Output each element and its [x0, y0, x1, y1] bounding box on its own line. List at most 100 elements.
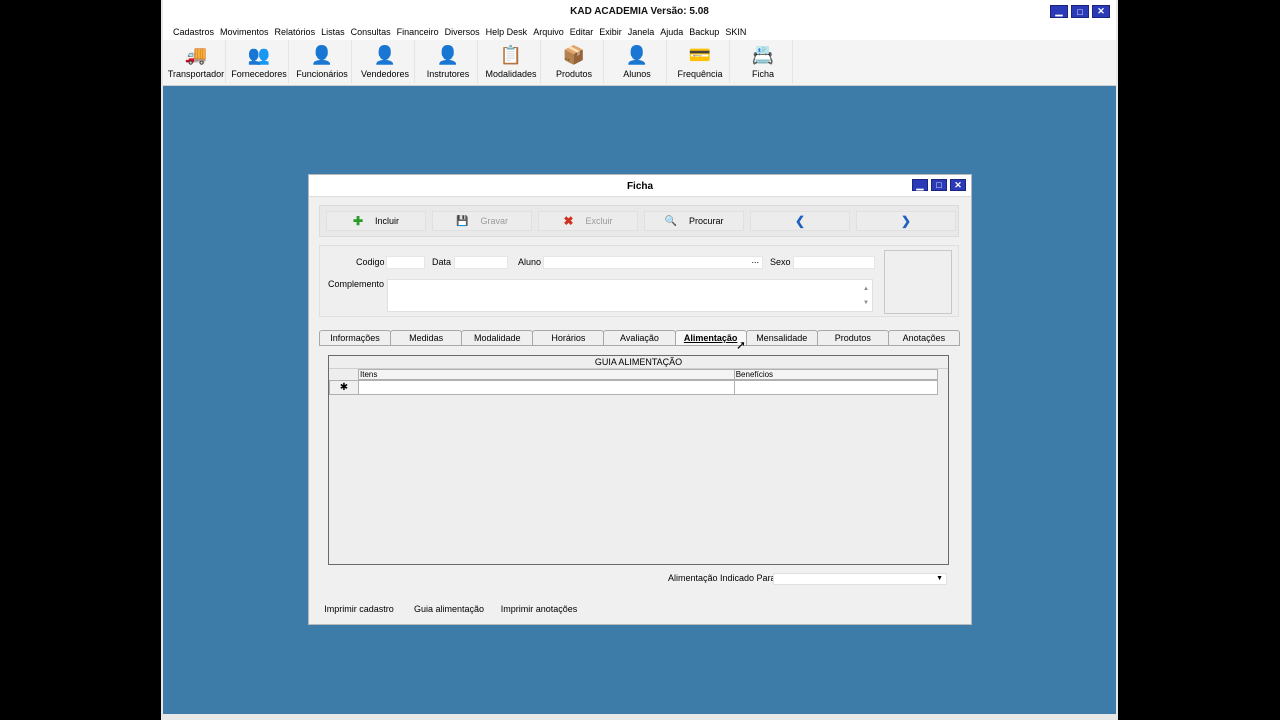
tab-produtos[interactable]: Produtos — [816, 330, 889, 346]
tab-anotacoes[interactable]: Anotações — [887, 330, 960, 346]
procurar-button[interactable]: 🔍 Procurar — [644, 211, 744, 231]
menu-editar[interactable]: Editar — [570, 27, 594, 37]
search-icon: 🔍 — [664, 215, 677, 227]
toolbar-transportador[interactable]: 🚚 Transportador — [167, 40, 226, 83]
column-beneficios[interactable]: Benefícios — [735, 370, 937, 379]
menu-relatorios[interactable]: Relatórios — [275, 27, 316, 37]
employee-icon: 👤 — [310, 44, 334, 65]
app-window-controls: ▁ □ ✕ — [1050, 5, 1110, 18]
procurar-label: Procurar — [688, 216, 724, 226]
save-icon: 💾 — [456, 215, 469, 227]
sexo-field[interactable] — [793, 256, 875, 269]
seller-icon: 👤 — [373, 44, 397, 65]
toolbar-frequencia[interactable]: 💳 Frequência — [671, 40, 730, 83]
tab-medidas[interactable]: Medidas — [390, 330, 463, 346]
tab-horarios[interactable]: Horários — [532, 330, 605, 346]
maximize-button[interactable]: □ — [1071, 5, 1089, 18]
aluno-browse-button[interactable]: ... — [751, 255, 759, 265]
action-bar: ✚ Incluir 💾 Gravar ✖ Excluir 🔍 Procurar ❮ ❯ — [319, 205, 959, 237]
toolbar-ficha[interactable]: 📇 Ficha — [734, 40, 793, 83]
student-icon: 👤 — [625, 44, 649, 65]
indicado-label: Alimentação Indicado Para — [668, 573, 776, 583]
toolbar-vendedores[interactable]: 👤 Vendedores — [356, 40, 415, 83]
chevron-down-icon: ▼ — [936, 575, 943, 582]
instructor-icon: 👤 — [436, 44, 460, 65]
previous-button[interactable]: ❮ — [750, 211, 850, 231]
imprimir-cadastro-button[interactable]: Imprimir cadastro — [321, 602, 397, 616]
data-label: Data — [432, 257, 452, 267]
ficha-window-controls: ▁ □ ✕ — [912, 179, 966, 191]
cell-itens[interactable] — [359, 381, 735, 394]
data-field[interactable] — [454, 256, 508, 269]
cell-beneficios[interactable] — [735, 381, 937, 394]
mouse-cursor-icon: ➚ — [736, 338, 747, 352]
toolbar-label: Modalidades — [485, 69, 537, 79]
gravar-button[interactable]: 💾 Gravar — [432, 211, 532, 231]
toolbar-label: Produtos — [555, 69, 593, 79]
ficha-maximize-button[interactable]: □ — [931, 179, 947, 191]
toolbar-fornecedores[interactable]: 👥 Fornecedores — [230, 40, 289, 83]
menu-ajuda[interactable]: Ajuda — [660, 27, 683, 37]
gravar-label: Gravar — [480, 216, 508, 226]
prev-icon: ❮ — [794, 214, 806, 228]
truck-icon: 🚚 — [184, 44, 208, 65]
menu-bar: Cadastros Movimentos Relatórios Listas C… — [163, 24, 1116, 40]
menu-janela[interactable]: Janela — [628, 27, 655, 37]
excluir-button[interactable]: ✖ Excluir — [538, 211, 638, 231]
menu-financeiro[interactable]: Financeiro — [397, 27, 439, 37]
imprimir-anotacoes-button[interactable]: Imprimir anotações — [499, 602, 579, 616]
app-bottom-border — [163, 714, 1116, 720]
menu-movimentos[interactable]: Movimentos — [220, 27, 269, 37]
app-titlebar: KAD ACADEMIA Versão: 5.08 ▁ □ ✕ — [163, 0, 1116, 24]
menu-consultas[interactable]: Consultas — [351, 27, 391, 37]
scrollbar[interactable]: ▲ ▼ — [862, 282, 870, 310]
menu-cadastros[interactable]: Cadastros — [173, 27, 214, 37]
ficha-close-button[interactable]: ✕ — [950, 179, 966, 191]
next-button[interactable]: ❯ — [856, 211, 956, 231]
menu-diversos[interactable]: Diversos — [445, 27, 480, 37]
menu-exibir[interactable]: Exibir — [599, 27, 622, 37]
incluir-label: Incluir — [375, 216, 400, 226]
toolbar-label: Vendedores — [360, 69, 410, 79]
codigo-field[interactable] — [386, 256, 425, 269]
toolbar-modalidades[interactable]: 📋 Modalidades — [482, 40, 541, 83]
toolbar-instrutores[interactable]: 👤 Instrutores — [419, 40, 478, 83]
incluir-button[interactable]: ✚ Incluir — [326, 211, 426, 231]
card-icon: 💳 — [688, 44, 712, 65]
minimize-button[interactable]: ▁ — [1050, 5, 1068, 18]
menu-skin[interactable]: SKIN — [725, 27, 746, 37]
table-row[interactable]: ✱ — [329, 380, 938, 395]
excluir-label: Excluir — [585, 216, 613, 226]
plus-icon: ✚ — [352, 214, 364, 228]
menu-help-desk[interactable]: Help Desk — [486, 27, 528, 37]
aluno-label: Aluno — [518, 257, 542, 267]
menu-arquivo[interactable]: Arquivo — [533, 27, 564, 37]
guia-alimentacao-button[interactable]: Guia alimentação — [411, 602, 487, 616]
indicado-select[interactable]: ▼ — [773, 573, 947, 585]
ficha-minimize-button[interactable]: ▁ — [912, 179, 928, 191]
toolbar-funcionarios[interactable]: 👤 Funcionários — [293, 40, 352, 83]
toolbar-produtos[interactable]: 📦 Produtos — [545, 40, 604, 83]
toolbar-label: Ficha — [751, 69, 774, 79]
tab-strip: Informações Medidas Modalidade Horários … — [319, 330, 960, 346]
toolbar-label: Frequência — [677, 69, 723, 79]
tab-mensalidade[interactable]: Mensalidade — [745, 330, 818, 346]
complemento-field[interactable]: ▲ ▼ — [387, 279, 873, 312]
menu-listas[interactable]: Listas — [321, 27, 345, 37]
ficha-window: Ficha ▁ □ ✕ ✚ Incluir 💾 Gravar ✖ Excluir 🔍 P… — [308, 174, 972, 625]
delete-icon: ✖ — [563, 214, 574, 228]
menu-backup[interactable]: Backup — [689, 27, 719, 37]
tab-avaliacao[interactable]: Avaliação — [603, 330, 676, 346]
tab-informacoes[interactable]: Informações — [319, 330, 392, 346]
toolbar-label: Alunos — [623, 69, 651, 79]
tab-modalidade[interactable]: Modalidade — [461, 330, 534, 346]
student-photo[interactable] — [884, 250, 952, 314]
grid-title: GUIA ALIMENTAÇÃO — [329, 357, 948, 369]
main-toolbar: 🚚 Transportador 👥 Fornecedores 👤 Funcionári… — [163, 40, 1116, 86]
toolbar-alunos[interactable]: 👤 Alunos — [608, 40, 667, 83]
clipboard-icon: 📋 — [499, 44, 523, 65]
app-title: KAD ACADEMIA Versão: 5.08 — [570, 6, 709, 17]
column-itens[interactable]: Itens — [359, 370, 735, 379]
close-button[interactable]: ✕ — [1092, 5, 1110, 18]
aluno-field[interactable]: ... — [543, 255, 763, 269]
